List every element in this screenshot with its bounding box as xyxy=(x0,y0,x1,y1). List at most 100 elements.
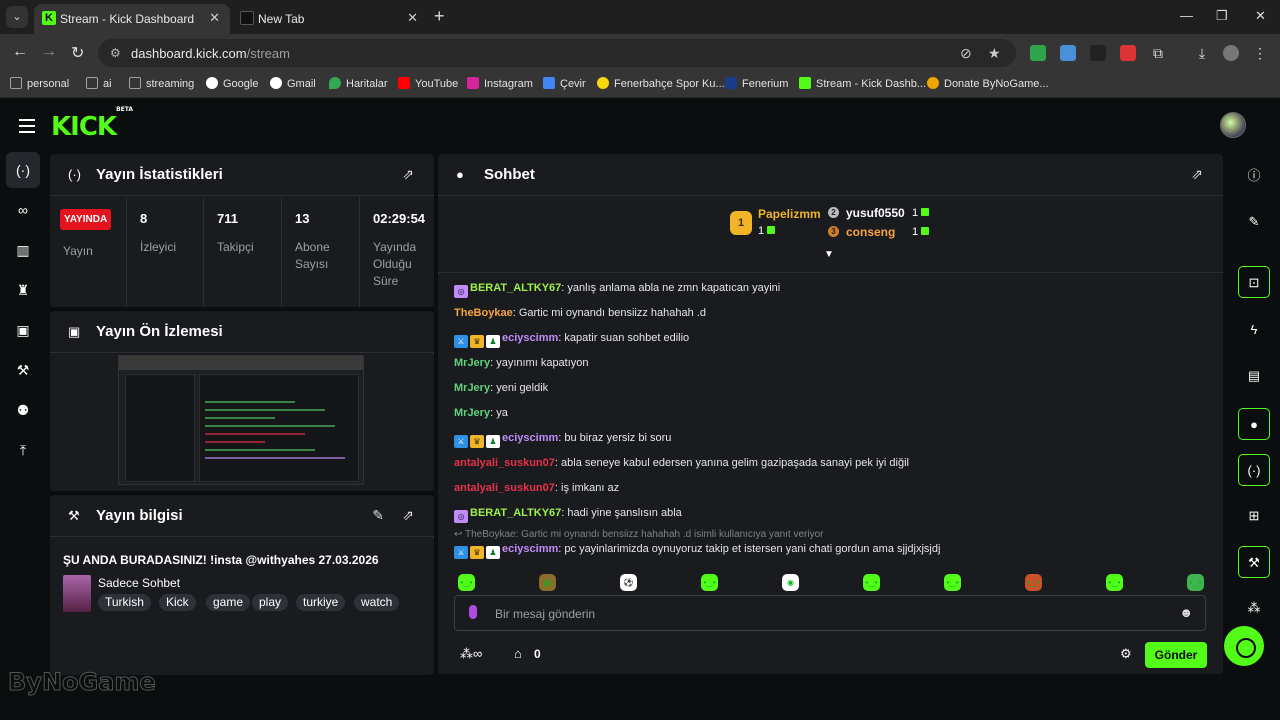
emote-icon[interactable]: •‿• xyxy=(863,574,880,591)
close-tab-icon[interactable]: ✕ xyxy=(407,10,418,26)
extensions-puzzle-icon[interactable]: ⧉ xyxy=(1150,45,1166,61)
info-icon[interactable]: ⓘ xyxy=(1238,160,1270,192)
chat-username[interactable]: eciyscimm xyxy=(502,543,558,555)
screen-capture-icon[interactable]: ⊡ xyxy=(1238,266,1270,298)
emote-icon[interactable]: •‿• xyxy=(458,574,475,591)
profile-avatar-icon[interactable] xyxy=(1223,45,1239,61)
emote-icon[interactable]: •‿• xyxy=(701,574,718,591)
support-chat-icon[interactable] xyxy=(1224,626,1264,666)
emote-icon[interactable]: ⚽ xyxy=(620,574,637,591)
stream-broadcast-icon[interactable]: (·) xyxy=(6,152,40,188)
tab-search-icon[interactable]: ⌄ xyxy=(6,6,28,28)
chat-message-input[interactable] xyxy=(495,604,1155,624)
user-avatar[interactable] xyxy=(1220,112,1246,138)
window-close-icon[interactable]: ✕ xyxy=(1255,8,1266,24)
bookmark-fenerium[interactable]: Fenerium xyxy=(725,77,788,90)
analytics-chart-icon[interactable]: ▥ xyxy=(6,232,40,268)
leaderboard-name[interactable]: yusuf0550 xyxy=(846,206,905,220)
emoji-picker-icon[interactable]: ☻ xyxy=(1179,605,1193,620)
close-tab-icon[interactable]: ✕ xyxy=(209,10,220,26)
reload-icon[interactable]: ↻ xyxy=(71,43,84,63)
download-icon[interactable]: ⤓ xyxy=(1194,45,1210,61)
bookmark-cevir[interactable]: Çevir xyxy=(543,77,586,90)
bookmark-google[interactable]: Google xyxy=(206,77,258,90)
store-icon[interactable]: ⌂ xyxy=(514,646,522,661)
reply-reference[interactable]: ↩ TheBoykae: Gartic mi oynandı bensiizz … xyxy=(454,529,824,540)
chat-username[interactable]: MrJery xyxy=(454,407,490,419)
translate-extension-icon[interactable] xyxy=(1060,45,1076,61)
stat-value: 8 xyxy=(140,211,148,226)
browser-menu-icon[interactable]: ⋮ xyxy=(1252,45,1268,61)
leaderboard-name[interactable]: Papelizmm xyxy=(758,207,821,221)
link-icon[interactable]: ∞ xyxy=(6,192,40,228)
back-arrow-icon[interactable]: ← xyxy=(12,43,28,61)
chat-settings-gear-icon[interactable]: ⚙ xyxy=(1120,646,1132,662)
bookmark-gmail[interactable]: Gmail xyxy=(270,77,316,90)
emote-icon[interactable]: ▤ xyxy=(539,574,556,591)
shield-extension-icon[interactable] xyxy=(1030,45,1046,61)
kick-logo[interactable]: KICKBETA xyxy=(51,106,133,142)
upload-icon[interactable]: ⤒ xyxy=(6,432,40,468)
video-extension-icon[interactable] xyxy=(1120,45,1136,61)
popout-icon[interactable]: ⇗ xyxy=(402,166,414,183)
bookmark-youtube[interactable]: YouTube xyxy=(398,77,458,90)
emote-icon[interactable]: •‿• xyxy=(1187,574,1204,591)
tag: Kick xyxy=(159,594,196,611)
bookmark-instagram[interactable]: Instagram xyxy=(467,77,533,90)
chat-toggle-icon[interactable]: ● xyxy=(1238,408,1270,440)
camera-blocked-icon[interactable]: ⊘ xyxy=(960,45,972,62)
tab-kick-dashboard[interactable]: K Stream - Kick Dashboard ✕ xyxy=(34,4,230,34)
video-library-icon[interactable]: ▣ xyxy=(6,312,40,348)
restore-icon[interactable]: ❐ xyxy=(1216,8,1228,24)
emote-icon[interactable]: •‿• xyxy=(1106,574,1123,591)
lightning-icon[interactable]: ϟ xyxy=(1238,314,1270,346)
chat-username[interactable]: eciyscimm xyxy=(502,332,558,344)
new-tab-plus-icon[interactable]: + xyxy=(434,6,445,27)
chat-username[interactable]: MrJery xyxy=(454,357,490,369)
chat-username[interactable]: TheBoykae xyxy=(454,307,513,319)
chat-username[interactable]: BERAT_ALTKY67 xyxy=(470,282,561,294)
bookmark-haritalar[interactable]: Haritalar xyxy=(329,77,388,90)
emote-icon[interactable]: ◉ xyxy=(782,574,799,591)
bookmark-star-icon[interactable]: ★ xyxy=(988,45,1001,62)
edit-pencil-icon[interactable]: ✎ xyxy=(372,507,384,524)
tab-new-tab[interactable]: New Tab ✕ xyxy=(232,4,428,34)
users-settings-icon[interactable]: ⚉ xyxy=(6,392,40,428)
menu-hamburger-icon[interactable] xyxy=(19,119,35,133)
collapse-leaderboard-icon[interactable]: ▼ xyxy=(824,249,834,260)
popout-icon[interactable]: ⇗ xyxy=(402,507,414,524)
bookmark-folder-ai[interactable]: ai xyxy=(86,77,112,90)
bookmark-kick-dashboard[interactable]: Stream - Kick Dashb... xyxy=(799,77,926,90)
broadcast-toggle-icon[interactable]: (·) xyxy=(1238,454,1270,486)
channel-points-icon[interactable]: ⁂∞ xyxy=(460,646,482,662)
more-apps-icon[interactable]: ⁂ xyxy=(1238,592,1270,624)
chat-username[interactable]: eciyscimm xyxy=(502,432,558,444)
split-view-icon[interactable]: ⊞ xyxy=(1238,500,1270,532)
chat-username[interactable]: antalyali_suskun07 xyxy=(454,482,555,494)
bookmark-fenerbahce[interactable]: Fenerbahçe Spor Ku... xyxy=(597,77,725,90)
chat-username[interactable]: antalyali_suskun07 xyxy=(454,457,555,469)
popout-icon[interactable]: ⇗ xyxy=(1191,166,1203,183)
site-info-icon[interactable]: ⚙ xyxy=(110,46,121,60)
kick-favicon-icon xyxy=(799,77,811,89)
chat-username[interactable]: MrJery xyxy=(454,382,490,394)
bookmark-folder-streaming[interactable]: streaming xyxy=(129,77,194,90)
chat-username[interactable]: BERAT_ALTKY67 xyxy=(470,507,561,519)
address-bar[interactable]: ⚙ dashboard.kick.com/stream ⊘ ★ xyxy=(98,39,1016,67)
edit-pencil-icon[interactable]: ✎ xyxy=(1238,206,1270,238)
forward-arrow-icon[interactable]: → xyxy=(41,43,57,61)
emote-icon[interactable]: •‿• xyxy=(1025,574,1042,591)
stream-preview-thumbnail[interactable] xyxy=(118,355,364,485)
microphone-icon[interactable] xyxy=(469,605,477,619)
notes-icon[interactable]: ▤ xyxy=(1238,360,1270,392)
minimize-icon[interactable]: — xyxy=(1180,8,1193,23)
bookmark-folder-personal[interactable]: personal xyxy=(10,77,69,90)
hat-extension-icon[interactable] xyxy=(1090,45,1106,61)
tools-wrench-icon[interactable]: ⚒ xyxy=(1238,546,1270,578)
send-button[interactable]: Gönder xyxy=(1145,642,1207,668)
trophy-icon[interactable]: ♜ xyxy=(6,272,40,308)
bookmark-donate-bynogame[interactable]: Donate ByNoGame... xyxy=(927,77,1049,90)
emote-icon[interactable]: •‿• xyxy=(944,574,961,591)
leaderboard-name[interactable]: conseng xyxy=(846,225,895,239)
wrench-icon[interactable]: ⚒ xyxy=(6,352,40,388)
